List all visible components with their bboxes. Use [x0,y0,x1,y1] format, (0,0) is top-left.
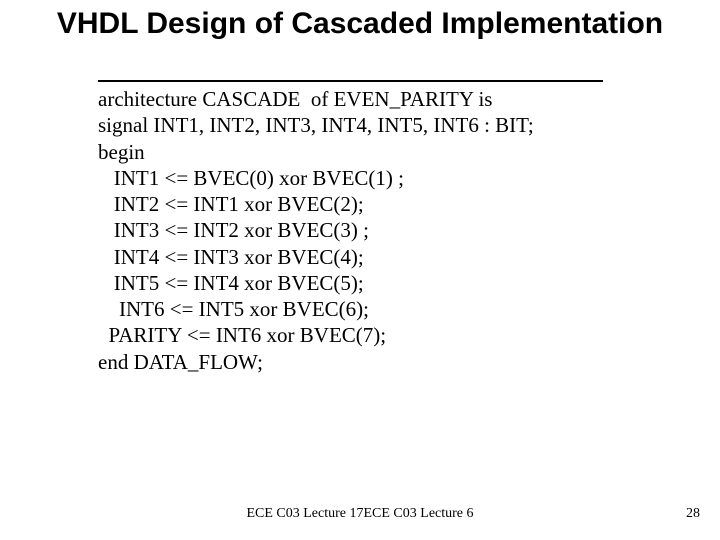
code-line: INT6 <= INT5 xor BVEC(6); [98,297,369,321]
vhdl-code-block: architecture CASCADE of EVEN_PARITY is s… [98,86,638,375]
slide-title: VHDL Design of Cascaded Implementation [0,6,720,41]
code-line: INT3 <= INT2 xor BVEC(3) ; [98,218,369,242]
code-line: INT2 <= INT1 xor BVEC(2); [98,192,364,216]
code-line: signal INT1, INT2, INT3, INT4, INT5, INT… [98,113,534,137]
code-line: end DATA_FLOW; [98,350,263,374]
slide: VHDL Design of Cascaded Implementation a… [0,0,720,540]
code-line: begin [98,140,145,164]
footer-text: ECE C03 Lecture 17ECE C03 Lecture 6 [0,506,720,522]
code-line: INT4 <= INT3 xor BVEC(4); [98,245,364,269]
code-line: PARITY <= INT6 xor BVEC(7); [98,323,386,347]
code-line: INT1 <= BVEC(0) xor BVEC(1) ; [98,166,404,190]
title-underline [98,80,603,82]
code-line: architecture CASCADE of EVEN_PARITY is [98,87,492,111]
code-line: INT5 <= INT4 xor BVEC(5); [98,271,364,295]
page-number: 28 [686,506,700,522]
